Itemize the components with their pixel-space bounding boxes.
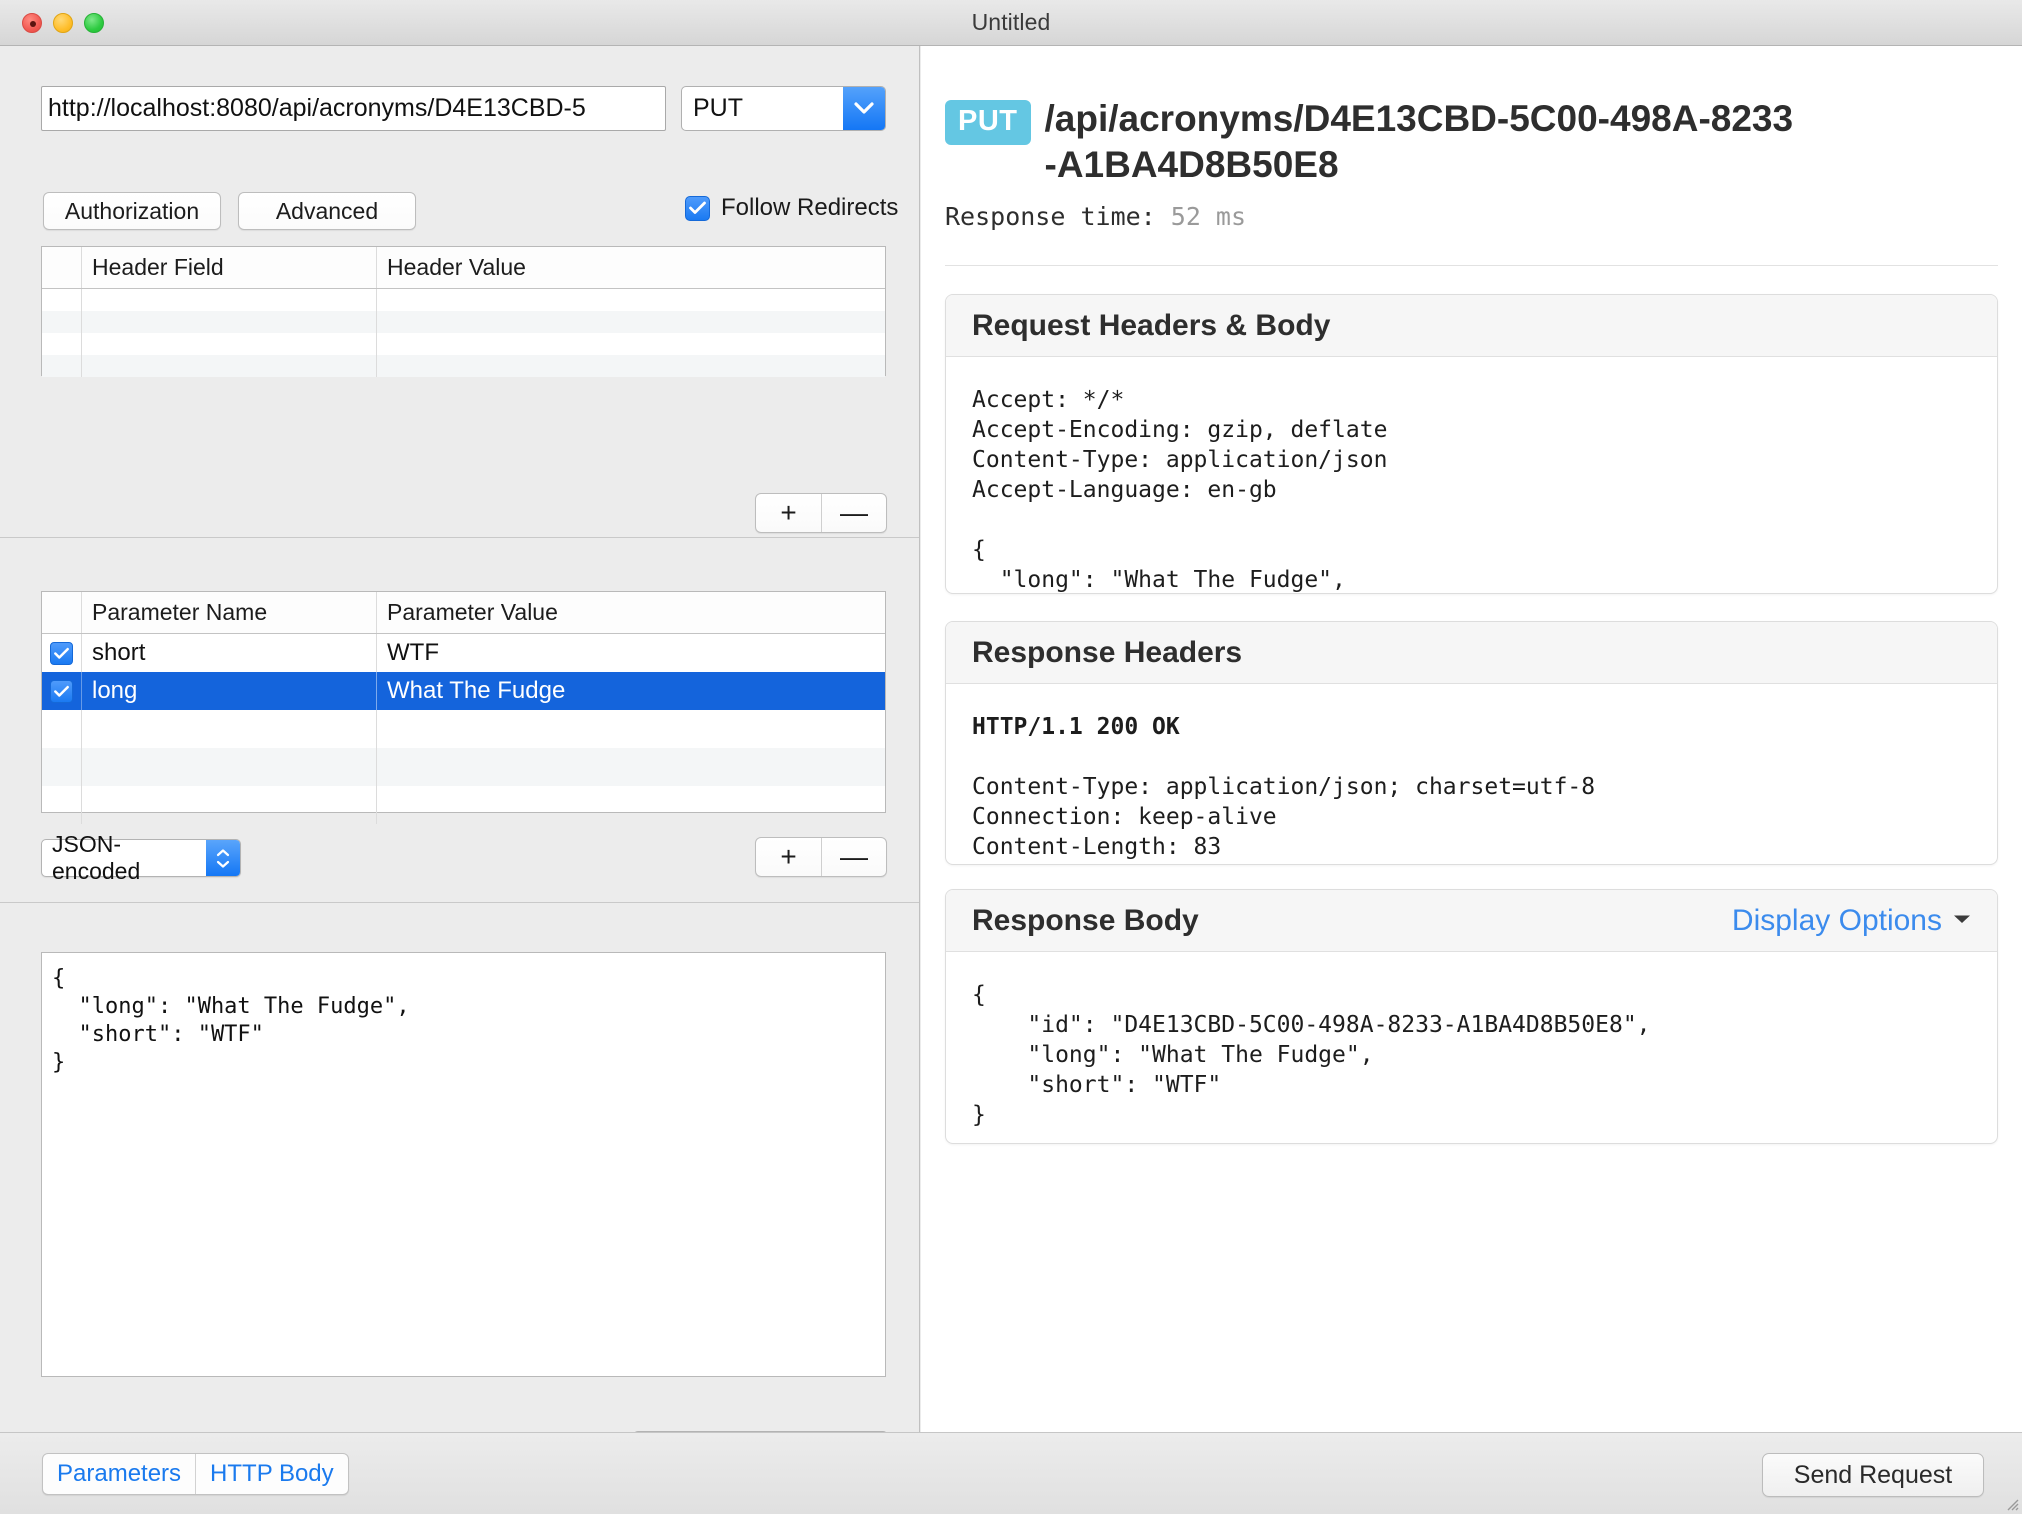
- table-row[interactable]: [42, 710, 885, 748]
- add-parameter-button[interactable]: +: [756, 838, 821, 876]
- parameters-check-column-header: [42, 592, 82, 633]
- headers-table-header: Header Field Header Value: [42, 247, 885, 289]
- header-value-column-header[interactable]: Header Value: [377, 247, 885, 288]
- table-row[interactable]: [42, 355, 885, 377]
- response-header-block: PUT /api/acronyms/D4E13CBD-5C00-498A-823…: [945, 96, 1998, 231]
- headers-add-remove-group[interactable]: + —: [755, 493, 887, 533]
- display-options-button[interactable]: Display Options: [1732, 904, 1971, 938]
- http-method-select[interactable]: PUT: [681, 86, 886, 131]
- parameter-name-cell[interactable]: long: [82, 672, 377, 710]
- response-time-row: Response time: 52 ms: [945, 202, 1998, 231]
- parameter-enabled-checkbox[interactable]: [42, 672, 82, 710]
- checkbox-icon[interactable]: [50, 641, 73, 665]
- display-options-label: Display Options: [1731, 903, 1942, 937]
- parameters-table-header: Parameter Name Parameter Value: [42, 592, 885, 634]
- tab-parameters[interactable]: Parameters: [43, 1454, 195, 1494]
- request-headers-body-text: Accept: */* Accept-Encoding: gzip, defla…: [972, 387, 1388, 593]
- section-divider: [0, 902, 919, 903]
- stepper-icon[interactable]: [206, 840, 240, 876]
- card-header: Response Headers: [946, 622, 1997, 684]
- close-window-icon[interactable]: [22, 13, 42, 33]
- table-row[interactable]: short WTF: [42, 634, 885, 672]
- card-header: Request Headers & Body: [946, 295, 1997, 357]
- response-title-line: PUT /api/acronyms/D4E13CBD-5C00-498A-823…: [945, 96, 1998, 188]
- response-headers-text: HTTP/1.1 200 OK Content-Type: applicatio…: [946, 684, 1997, 864]
- table-row[interactable]: [42, 289, 885, 311]
- maximize-window-icon[interactable]: [84, 13, 104, 33]
- http-body-textarea[interactable]: { "long": "What The Fudge", "short": "WT…: [41, 952, 886, 1377]
- http-method-value: PUT: [693, 94, 743, 122]
- card-title: Request Headers & Body: [972, 308, 1331, 342]
- parameter-enabled-checkbox[interactable]: [42, 634, 82, 672]
- parameters-add-remove-group[interactable]: + —: [755, 837, 887, 877]
- parameter-value-column-header[interactable]: Parameter Value: [377, 592, 885, 633]
- remove-parameter-button[interactable]: —: [821, 838, 886, 876]
- card-header: Response Body Display Options: [946, 890, 1997, 952]
- table-row[interactable]: long What The Fudge: [42, 672, 885, 710]
- chevron-down-icon[interactable]: [843, 87, 885, 130]
- request-editor-pane: http://localhost:8080/api/acronyms/D4E13…: [0, 46, 920, 1432]
- advanced-button[interactable]: Advanced: [238, 192, 416, 230]
- response-body-text: { "id": "D4E13CBD-5C00-498A-8233-A1BA4D8…: [972, 982, 1651, 1128]
- remove-header-button[interactable]: —: [821, 494, 886, 532]
- headers-check-column-header: [42, 247, 82, 288]
- traffic-lights: [22, 13, 104, 33]
- checkbox-icon[interactable]: [50, 679, 73, 703]
- card-title: Response Body: [972, 903, 1199, 937]
- response-time-label: Response time:: [945, 202, 1156, 231]
- authorization-button[interactable]: Authorization: [43, 192, 221, 230]
- parameter-name-column-header[interactable]: Parameter Name: [82, 592, 377, 633]
- encoding-select[interactable]: JSON-encoded: [41, 831, 241, 884]
- horizontal-rule: [945, 265, 1998, 266]
- headers-table-body: [42, 289, 885, 377]
- url-input[interactable]: http://localhost:8080/api/acronyms/D4E13…: [41, 86, 666, 131]
- encoding-value: JSON-encoded: [52, 831, 141, 884]
- response-headers-card: Response Headers HTTP/1.1 200 OK Content…: [945, 621, 1998, 865]
- header-field-column-header[interactable]: Header Field: [82, 247, 377, 288]
- card-title: Response Headers: [972, 635, 1243, 669]
- add-header-button[interactable]: +: [756, 494, 821, 532]
- follow-redirects-checkbox[interactable]: [685, 195, 710, 221]
- window-title: Untitled: [971, 9, 1051, 35]
- parameters-table[interactable]: Parameter Name Parameter Value short WTF: [41, 591, 886, 824]
- table-row[interactable]: [42, 311, 885, 333]
- parameters-table-body: short WTF long What The Fudge: [42, 634, 885, 824]
- chevron-down-icon[interactable]: [1953, 912, 1971, 930]
- response-time-value: 52 ms: [1170, 202, 1247, 231]
- bottom-tab-group[interactable]: Parameters HTTP Body: [42, 1453, 349, 1495]
- method-badge: PUT: [945, 100, 1031, 145]
- table-row[interactable]: [42, 786, 885, 824]
- follow-redirects-row[interactable]: Follow Redirects: [685, 194, 898, 222]
- app-window: Untitled http://localhost:8080/api/acron…: [0, 0, 2022, 1514]
- send-request-button[interactable]: Send Request: [1762, 1453, 1984, 1497]
- response-path: /api/acronyms/D4E13CBD-5C00-498A-8233-A1…: [1044, 98, 1794, 185]
- table-row[interactable]: [42, 748, 885, 786]
- response-status-line: HTTP/1.1 200 OK: [972, 714, 1180, 740]
- tab-http-body[interactable]: HTTP Body: [195, 1454, 348, 1494]
- response-viewer-pane: PUT /api/acronyms/D4E13CBD-5C00-498A-823…: [921, 46, 2022, 1432]
- minimize-window-icon[interactable]: [53, 13, 73, 33]
- titlebar: Untitled: [0, 0, 2022, 46]
- bottom-toolbar: Parameters HTTP Body Send Request: [0, 1432, 2022, 1514]
- table-row[interactable]: [42, 333, 885, 355]
- resize-grip-icon[interactable]: [2005, 1497, 2019, 1511]
- parameter-name-cell[interactable]: short: [82, 634, 377, 672]
- request-headers-body-card: Request Headers & Body Accept: */* Accep…: [945, 294, 1998, 594]
- parameter-value-cell[interactable]: WTF: [377, 634, 885, 672]
- parameter-value-cell[interactable]: What The Fudge: [377, 672, 885, 710]
- section-divider: [0, 537, 919, 538]
- response-headers-list: Content-Type: application/json; charset=…: [972, 774, 1596, 860]
- headers-table[interactable]: Header Field Header Value: [41, 246, 886, 377]
- follow-redirects-label: Follow Redirects: [721, 194, 899, 221]
- response-body-card: Response Body Display Options { "id": "D…: [945, 889, 1998, 1144]
